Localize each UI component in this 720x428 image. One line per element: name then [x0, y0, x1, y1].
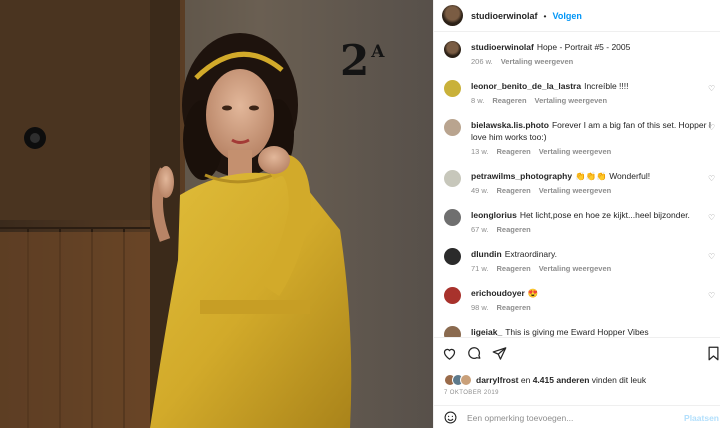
header-separator: •: [543, 10, 547, 21]
comment-age: 98 w.: [471, 303, 489, 312]
caption-translate[interactable]: Vertaling weergeven: [501, 57, 574, 66]
comment-avatar[interactable]: [444, 248, 461, 265]
comment-item: erichoudoyer 😍 98 w. Reageren ♡: [444, 287, 716, 314]
reply-button[interactable]: Reageren: [497, 264, 531, 273]
post-actions: darrylfrost en 4.415 anderen vinden dit …: [434, 337, 720, 428]
post-sidebar: studioerwinolaf • Volgen studioerwinolaf…: [433, 0, 720, 428]
likes-suffix: vinden dit leuk: [589, 375, 647, 385]
reply-button[interactable]: Reageren: [497, 303, 531, 312]
like-comment-heart-icon[interactable]: ♡: [708, 213, 716, 222]
comment-age: 67 w.: [471, 225, 489, 234]
comment-username[interactable]: ligeiak_: [471, 327, 502, 337]
post-image[interactable]: 2A: [0, 0, 433, 428]
comment-avatar[interactable]: [444, 170, 461, 187]
comment-item: leonor_benito_de_la_lastra Increíble !!!!…: [444, 80, 716, 107]
comment-avatar[interactable]: [444, 209, 461, 226]
liker-username[interactable]: darrylfrost: [476, 375, 519, 385]
author-avatar[interactable]: [442, 5, 463, 26]
comment-username[interactable]: petrawilms_photography: [471, 171, 572, 181]
add-comment-bar: Plaatsen: [434, 405, 720, 428]
like-comment-heart-icon[interactable]: ♡: [708, 174, 716, 183]
comment-item: dlundin Extraordinary. 71 w. Reageren Verta…: [444, 248, 716, 275]
follow-button[interactable]: Volgen: [553, 11, 582, 21]
likes-count[interactable]: 4.415 anderen: [533, 375, 590, 385]
comment-item: ligeiak_ This is giving me Eward Hopper V…: [444, 326, 714, 337]
caption-text: Hope - Portrait #5 - 2005: [536, 42, 631, 52]
instagram-post: 2A studioerwinolaf • Volgen studioerwino…: [0, 0, 720, 428]
reply-button[interactable]: Reageren: [497, 186, 531, 195]
comment-age: 49 w.: [471, 186, 489, 195]
liker-avatars[interactable]: [444, 374, 472, 386]
comments-list[interactable]: studioerwinolaf Hope - Portrait #5 - 2005…: [434, 33, 720, 337]
reply-button[interactable]: Reageren: [497, 225, 531, 234]
comment-text: Extraordinary.: [504, 249, 557, 259]
comment-avatar[interactable]: [444, 80, 461, 97]
translate-button[interactable]: Vertaling weergeven: [535, 96, 608, 105]
comment-text: 😍: [527, 288, 539, 298]
comment-input[interactable]: [467, 412, 667, 423]
comment-age: 71 w.: [471, 264, 489, 273]
room-number-sign: 2A: [340, 40, 385, 82]
comment-username[interactable]: erichoudoyer: [471, 288, 525, 298]
liker-avatar: [460, 374, 472, 386]
comment-item: bielawska.lis.photo Forever I am a big fa…: [444, 119, 716, 158]
caption: studioerwinolaf Hope - Portrait #5 - 2005…: [444, 41, 714, 68]
comment-text: 👏👏👏 Wonderful!: [575, 171, 651, 181]
comment-username[interactable]: leonor_benito_de_la_lastra: [471, 81, 581, 91]
comment-text: Het licht,pose en hoe ze kijkt...heel bi…: [519, 210, 690, 220]
like-comment-heart-icon[interactable]: ♡: [708, 252, 716, 261]
caption-avatar[interactable]: [444, 41, 461, 58]
likes-joiner: en: [518, 375, 533, 385]
room-letter: A: [371, 42, 385, 62]
comment-username[interactable]: dlundin: [471, 249, 502, 259]
translate-button[interactable]: Vertaling weergeven: [539, 147, 612, 156]
comment-text: This is giving me Eward Hopper Vibes: [505, 327, 649, 337]
translate-button[interactable]: Vertaling weergeven: [539, 264, 612, 273]
bookmark-icon[interactable]: [706, 346, 720, 361]
comment-item: leonglorius Het licht,pose en hoe ze kijk…: [444, 209, 716, 236]
room-number: 2: [340, 36, 370, 85]
caption-age: 206 w.: [471, 57, 493, 66]
emoji-icon[interactable]: [444, 411, 457, 424]
like-comment-heart-icon[interactable]: ♡: [708, 291, 716, 300]
heart-icon[interactable]: [442, 346, 457, 361]
translate-button[interactable]: Vertaling weergeven: [539, 186, 612, 195]
reply-button[interactable]: Reageren: [492, 96, 526, 105]
reply-button[interactable]: Reageren: [497, 147, 531, 156]
caption-username[interactable]: studioerwinolaf: [471, 42, 534, 52]
author-username[interactable]: studioerwinolaf: [471, 11, 538, 21]
comment-avatar[interactable]: [444, 326, 461, 337]
post-comment-button[interactable]: Plaatsen: [684, 413, 719, 423]
like-comment-heart-icon[interactable]: ♡: [708, 84, 716, 93]
like-comment-heart-icon[interactable]: ♡: [708, 123, 716, 132]
comment-item: petrawilms_photography 👏👏👏 Wonderful! 49 …: [444, 170, 716, 197]
comment-age: 8 w.: [471, 96, 485, 105]
comment-text: Increíble !!!!: [584, 81, 629, 91]
comment-age: 13 w.: [471, 147, 489, 156]
comment-avatar[interactable]: [444, 119, 461, 136]
likes-summary: darrylfrost en 4.415 anderen vinden dit …: [444, 374, 646, 386]
comment-avatar[interactable]: [444, 287, 461, 304]
post-header: studioerwinolaf • Volgen: [434, 0, 720, 32]
post-date: 7 OKTOBER 2019: [444, 390, 499, 396]
share-icon[interactable]: [492, 346, 507, 361]
comment-username[interactable]: bielawska.lis.photo: [471, 120, 549, 130]
comment-icon[interactable]: [467, 346, 482, 361]
comment-username[interactable]: leonglorius: [471, 210, 517, 220]
